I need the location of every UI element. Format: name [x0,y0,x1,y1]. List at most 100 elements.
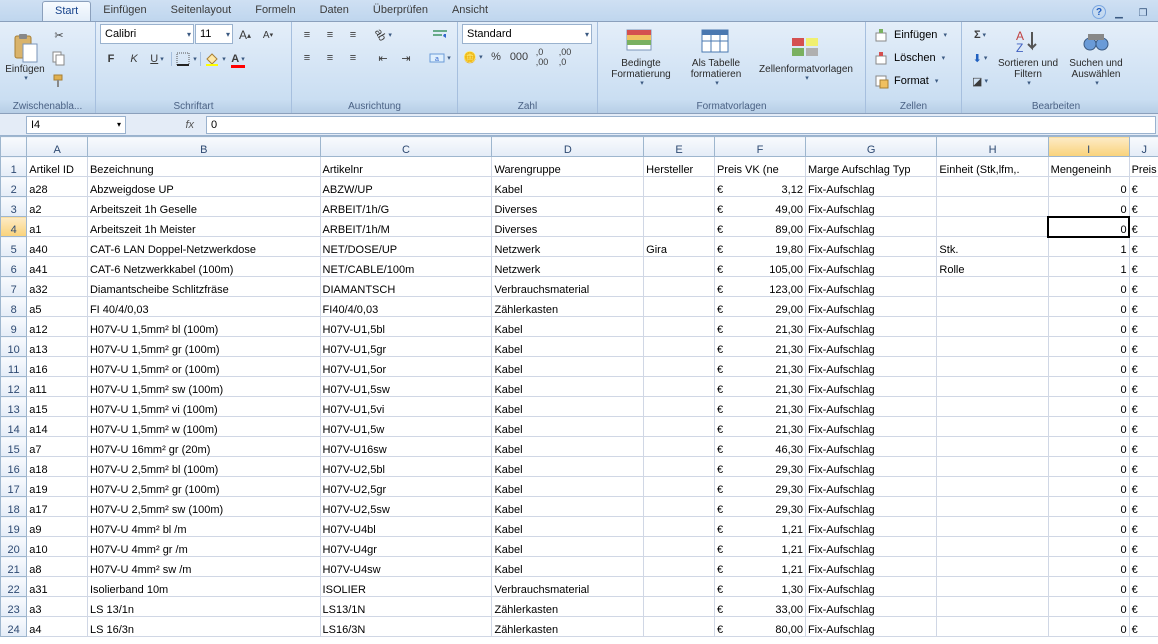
cell[interactable]: Fix-Aufschlag [805,537,936,557]
col-header-E[interactable]: E [644,137,715,157]
cell[interactable] [644,577,715,597]
cell[interactable]: 29,00 [714,297,805,317]
cell[interactable]: Bezeichnung [87,157,320,177]
cell[interactable]: 46,30 [714,437,805,457]
cell[interactable]: Fix-Aufschlag [805,357,936,377]
cell[interactable] [644,377,715,397]
align-bottom-button[interactable]: ≡ [342,24,364,46]
cell[interactable]: Fix-Aufschlag [805,577,936,597]
cell[interactable]: Kabel [492,537,644,557]
cell[interactable]: a5 [27,297,88,317]
cell[interactable] [644,277,715,297]
cell[interactable]: Preis EK [1129,157,1158,177]
cell[interactable]: Fix-Aufschlag [805,477,936,497]
cell[interactable]: Hersteller [644,157,715,177]
copy-button[interactable] [48,47,70,69]
cell[interactable]: Mengeneinh [1048,157,1129,177]
cell[interactable]: 0 [1048,557,1129,577]
grow-font-button[interactable]: A▴ [234,24,256,46]
cell[interactable]: H07V-U2,5sw [320,497,492,517]
row-header[interactable]: 18 [1,497,27,517]
cell[interactable]: Warengruppe [492,157,644,177]
font-color-button[interactable]: A▾ [227,48,249,70]
cell[interactable]: a10 [27,537,88,557]
cell[interactable]: a41 [27,257,88,277]
currency-button[interactable]: 🪙▾ [462,46,484,68]
cell[interactable] [937,477,1048,497]
col-header-I[interactable]: I [1048,137,1129,157]
cell[interactable]: € [1129,557,1158,577]
cell[interactable]: a16 [27,357,88,377]
italic-button[interactable]: K [123,48,145,70]
row-header[interactable]: 7 [1,277,27,297]
cell[interactable] [644,617,715,637]
cell[interactable]: 123,00 [714,277,805,297]
cell[interactable] [937,197,1048,217]
cell[interactable]: H07V-U 2,5mm² gr (100m) [87,477,320,497]
cell[interactable]: 33,00 [714,597,805,617]
cell[interactable] [644,477,715,497]
cell[interactable]: FI 40/4/0,03 [87,297,320,317]
cell[interactable]: Fix-Aufschlag [805,397,936,417]
cell[interactable]: Fix-Aufschlag [805,257,936,277]
cell[interactable]: a18 [27,457,88,477]
tab-ansicht[interactable]: Ansicht [440,1,500,21]
cell[interactable] [644,537,715,557]
format-as-table-button[interactable]: Als Tabelle formatieren▾ [682,24,750,90]
cell[interactable]: 21,30 [714,317,805,337]
cell[interactable]: Kabel [492,377,644,397]
merge-center-button[interactable]: a▾ [425,47,455,69]
cell[interactable]: 3,12 [714,177,805,197]
align-middle-button[interactable]: ≡ [319,24,341,46]
bold-button[interactable]: F [100,48,122,70]
cell[interactable]: H07V-U2,5bl [320,457,492,477]
underline-button[interactable]: U▾ [146,48,168,70]
cell[interactable]: 0 [1048,617,1129,637]
cell[interactable]: € [1129,597,1158,617]
tab-start[interactable]: Start [42,1,91,21]
cell[interactable]: Gira [644,237,715,257]
find-select-button[interactable]: Suchen und Auswählen▾ [1062,24,1130,90]
cell[interactable]: H07V-U 1,5mm² bl (100m) [87,317,320,337]
cell[interactable]: Preis VK (ne [714,157,805,177]
cell[interactable] [644,497,715,517]
tab-einfügen[interactable]: Einfügen [91,1,158,21]
cell[interactable]: a7 [27,437,88,457]
cell[interactable]: € [1129,497,1158,517]
cell[interactable]: € [1129,217,1158,237]
cell[interactable]: 21,30 [714,357,805,377]
cell[interactable] [644,397,715,417]
tab-daten[interactable]: Daten [308,1,361,21]
cell[interactable]: ARBEIT/1h/G [320,197,492,217]
cell[interactable]: € [1129,317,1158,337]
row-header[interactable]: 13 [1,397,27,417]
col-header-C[interactable]: C [320,137,492,157]
conditional-formatting-button[interactable]: Bedingte Formatierung▾ [602,24,680,90]
col-header-B[interactable]: B [87,137,320,157]
cell[interactable]: € [1129,337,1158,357]
cell[interactable]: a14 [27,417,88,437]
cell[interactable]: € [1129,417,1158,437]
row-header[interactable]: 23 [1,597,27,617]
col-header-A[interactable]: A [27,137,88,157]
cell[interactable]: 0 [1048,337,1129,357]
cell[interactable]: € [1129,517,1158,537]
cell[interactable] [937,597,1048,617]
align-center-button[interactable]: ≡ [319,47,341,69]
cell[interactable] [937,557,1048,577]
cell[interactable]: Fix-Aufschlag [805,437,936,457]
cell[interactable]: ISOLIER [320,577,492,597]
cell[interactable]: 0 [1048,217,1129,237]
cell[interactable]: a8 [27,557,88,577]
fx-icon[interactable]: fx [185,119,194,131]
cell[interactable]: H07V-U1,5sw [320,377,492,397]
cell[interactable]: 1,21 [714,517,805,537]
comma-style-button[interactable]: 000 [508,46,530,68]
cell[interactable]: 0 [1048,377,1129,397]
cell[interactable]: € [1129,257,1158,277]
cell[interactable]: 21,30 [714,337,805,357]
cell[interactable]: a40 [27,237,88,257]
cell[interactable] [937,177,1048,197]
cell[interactable] [644,317,715,337]
cell[interactable]: a4 [27,617,88,637]
